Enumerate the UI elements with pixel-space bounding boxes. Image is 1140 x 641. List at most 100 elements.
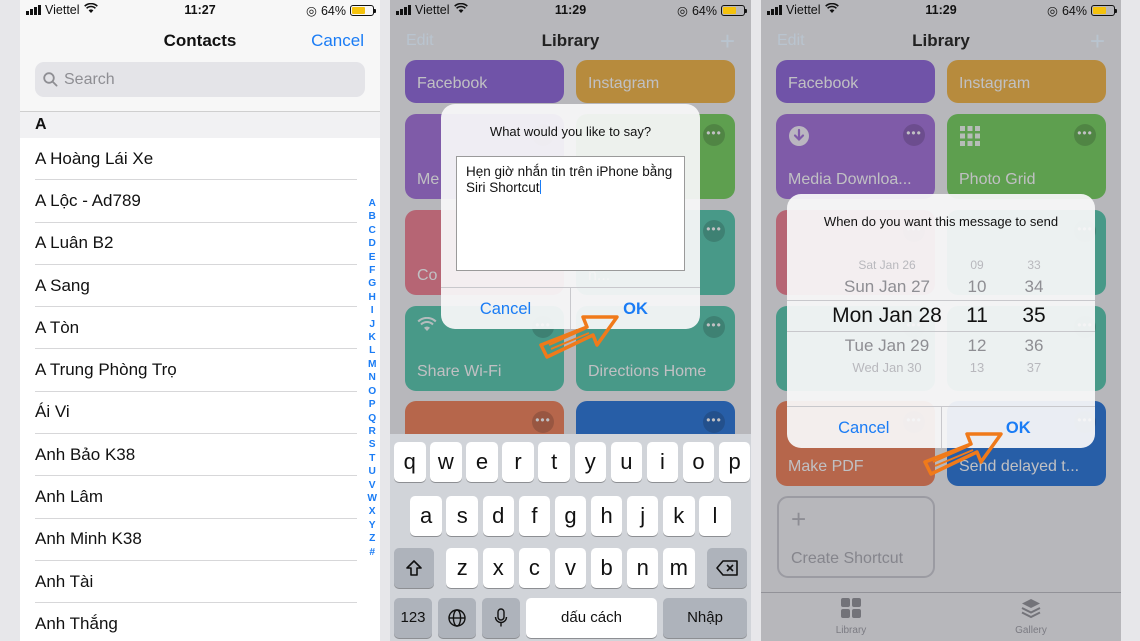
index-letter[interactable]: W xyxy=(367,492,377,505)
date-time-picker[interactable]: Sat Jan 26 Sun Jan 27 Mon Jan 28 Tue Jan… xyxy=(787,256,1095,374)
ok-button[interactable]: OK xyxy=(940,407,1096,448)
index-letter[interactable]: Q xyxy=(368,412,376,425)
index-letter[interactable]: V xyxy=(369,479,376,492)
index-letter[interactable]: N xyxy=(369,371,376,384)
alert-buttons: Cancel OK xyxy=(787,406,1095,448)
contact-row[interactable]: Anh Thắng xyxy=(35,603,357,641)
add-icon[interactable]: + xyxy=(1090,26,1105,57)
index-letter[interactable]: S xyxy=(369,438,376,451)
message-text: Hẹn giờ nhắn tin trên iPhone bằng Siri S… xyxy=(466,164,673,195)
key-g[interactable]: g xyxy=(554,496,587,536)
globe-icon xyxy=(448,609,466,627)
backspace-key[interactable] xyxy=(707,548,747,588)
key-h[interactable]: h xyxy=(590,496,623,536)
index-letter[interactable]: R xyxy=(369,425,376,438)
key-v[interactable]: v xyxy=(554,548,587,588)
page-title: Library xyxy=(541,31,600,50)
globe-key[interactable] xyxy=(438,598,476,638)
index-letter[interactable]: A xyxy=(369,197,376,210)
add-icon[interactable]: + xyxy=(720,26,735,57)
index-letter[interactable]: J xyxy=(369,318,375,331)
key-d[interactable]: d xyxy=(482,496,515,536)
key-i[interactable]: i xyxy=(646,442,679,482)
shift-key[interactable] xyxy=(394,548,434,588)
key-p[interactable]: p xyxy=(718,442,751,482)
space-key[interactable]: dấu cách xyxy=(526,598,657,638)
cancel-button[interactable]: Cancel xyxy=(311,31,364,51)
index-letter[interactable]: P xyxy=(369,398,376,411)
key-c[interactable]: c xyxy=(518,548,551,588)
key-y[interactable]: y xyxy=(574,442,606,482)
key-x[interactable]: x xyxy=(482,548,515,588)
index-letter[interactable]: F xyxy=(369,264,375,277)
contact-row[interactable]: A Trung Phòng Trọ xyxy=(35,349,357,392)
index-letter[interactable]: K xyxy=(369,331,376,344)
key-s[interactable]: s xyxy=(446,496,478,536)
cancel-button[interactable]: Cancel xyxy=(441,288,570,329)
contact-row[interactable]: Anh Tài xyxy=(35,561,357,604)
index-letter[interactable]: G xyxy=(368,277,376,290)
contact-row[interactable]: Anh Bảo K38 xyxy=(35,434,357,477)
section-index[interactable]: A B C D E F G H I J K L M N O P Q R S T U V W X Y Z # xyxy=(367,197,377,559)
index-letter[interactable]: U xyxy=(369,465,376,478)
message-textarea[interactable]: Hẹn giờ nhắn tin trên iPhone bằng Siri S… xyxy=(456,156,685,271)
key-q[interactable]: q xyxy=(394,442,426,482)
index-letter[interactable]: D xyxy=(369,237,376,250)
key-j[interactable]: j xyxy=(626,496,659,536)
hour-wheel[interactable]: 09 10 11 12 13 xyxy=(952,256,1002,374)
key-b[interactable]: b xyxy=(590,548,623,588)
key-l[interactable]: l xyxy=(699,496,731,536)
index-letter[interactable]: O xyxy=(368,385,376,398)
key-e[interactable]: e xyxy=(466,442,498,482)
orientation-lock-icon: ◎ xyxy=(306,4,317,18)
minute-wheel[interactable]: 33 34 35 36 37 xyxy=(1009,256,1059,374)
battery-fill xyxy=(1093,7,1106,14)
return-key[interactable]: Nhập xyxy=(663,598,747,638)
contact-row[interactable]: A Luân B2 xyxy=(35,223,357,265)
numbers-key[interactable]: 123 xyxy=(394,598,432,638)
key-m[interactable]: m xyxy=(663,548,695,588)
contact-row[interactable]: A Tòn xyxy=(35,307,357,350)
key-z[interactable]: z xyxy=(446,548,478,588)
index-letter[interactable]: E xyxy=(369,251,376,264)
index-letter[interactable]: Y xyxy=(369,519,376,532)
index-letter[interactable]: # xyxy=(369,546,375,559)
backspace-icon xyxy=(716,560,738,576)
key-f[interactable]: f xyxy=(518,496,551,536)
index-letter[interactable]: H xyxy=(369,291,376,304)
contact-row[interactable]: Anh Lâm xyxy=(35,476,357,519)
ok-button[interactable]: OK xyxy=(570,288,700,329)
key-u[interactable]: u xyxy=(610,442,643,482)
cancel-button[interactable]: Cancel xyxy=(787,407,941,448)
minute-option: 36 xyxy=(1024,336,1044,355)
key-r[interactable]: r xyxy=(502,442,534,482)
contact-row[interactable]: Ái Vi xyxy=(35,392,357,435)
status-right: ◎ 64% xyxy=(677,3,747,18)
index-letter[interactable]: Z xyxy=(369,532,375,545)
index-letter[interactable]: B xyxy=(369,210,376,223)
key-o[interactable]: o xyxy=(682,442,715,482)
contact-row[interactable]: Anh Minh K38 xyxy=(35,519,357,561)
key-t[interactable]: t xyxy=(538,442,570,482)
key-n[interactable]: n xyxy=(626,548,659,588)
search-input[interactable]: Search xyxy=(35,62,365,97)
key-k[interactable]: k xyxy=(663,496,695,536)
shift-icon xyxy=(406,560,422,576)
index-letter[interactable]: L xyxy=(369,344,375,357)
index-letter[interactable]: C xyxy=(369,224,376,237)
date-picker-alert: When do you want this message to send Sa… xyxy=(787,194,1095,448)
index-letter[interactable]: M xyxy=(368,358,377,371)
contact-row[interactable]: A Lộc - Ad789 xyxy=(35,180,357,223)
status-bar: Viettel 11:29 ◎ 64% xyxy=(390,0,751,20)
index-letter[interactable]: I xyxy=(371,304,374,317)
battery-percent: 64% xyxy=(320,3,346,18)
contact-row[interactable]: A Sang xyxy=(35,265,357,308)
key-a[interactable]: a xyxy=(410,496,442,536)
battery-fill xyxy=(352,7,365,14)
minute-option: 33 xyxy=(1027,258,1041,272)
index-letter[interactable]: T xyxy=(369,452,375,465)
microphone-key[interactable] xyxy=(482,598,520,638)
contact-row[interactable]: A Hoàng Lái Xe xyxy=(35,138,357,181)
index-letter[interactable]: X xyxy=(369,505,376,518)
key-w[interactable]: w xyxy=(430,442,462,482)
